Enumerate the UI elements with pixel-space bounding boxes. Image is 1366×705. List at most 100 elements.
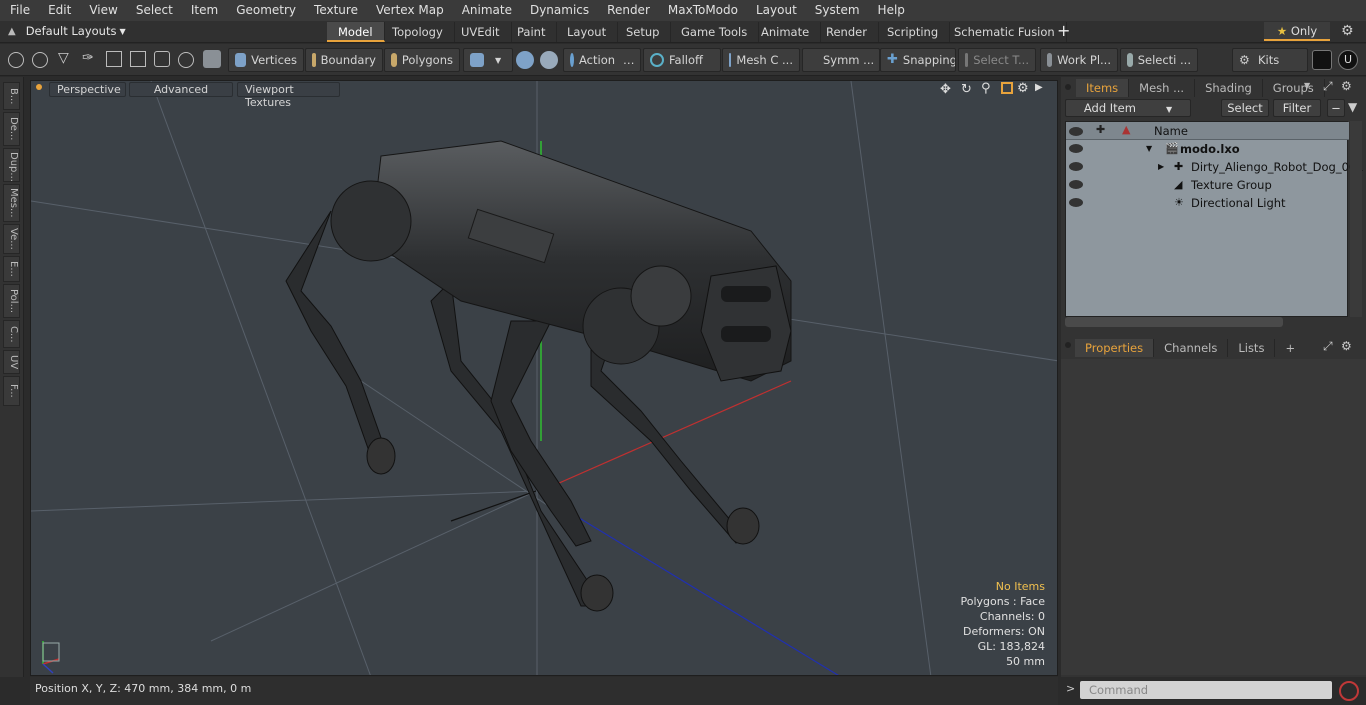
tab-setup[interactable]: Setup bbox=[615, 22, 672, 42]
only-toggle[interactable]: ★ Only bbox=[1264, 22, 1330, 41]
menu-system[interactable]: System bbox=[805, 0, 868, 21]
element-icon[interactable] bbox=[154, 51, 170, 67]
name-column-header[interactable]: Name bbox=[1154, 122, 1188, 140]
left-tab-polygon[interactable]: Pol... bbox=[3, 284, 20, 318]
falloff-button[interactable]: Falloff bbox=[643, 48, 721, 72]
left-tab-mesh-edit[interactable]: Mes... bbox=[3, 184, 20, 222]
gear-icon[interactable]: ⚙ bbox=[1341, 23, 1354, 39]
menu-render[interactable]: Render bbox=[597, 0, 658, 21]
tree-scrollbar[interactable] bbox=[1350, 121, 1362, 317]
left-tab-vertex[interactable]: Ve... bbox=[3, 224, 20, 254]
shield-alt-icon[interactable] bbox=[540, 51, 558, 69]
tabs-dropdown-icon[interactable]: ▼ bbox=[1304, 81, 1310, 90]
tab-layout[interactable]: Layout bbox=[556, 22, 619, 42]
tree-row-light[interactable]: ☀ Directional Light bbox=[1066, 194, 1349, 212]
eye-icon[interactable] bbox=[1069, 198, 1083, 207]
tab-groups[interactable]: Groups bbox=[1263, 79, 1325, 97]
menu-maxtomodo[interactable]: MaxToModo bbox=[658, 0, 746, 21]
menu-help[interactable]: Help bbox=[868, 0, 913, 21]
left-tab-edge[interactable]: E... bbox=[3, 256, 20, 282]
menu-dynamics[interactable]: Dynamics bbox=[520, 0, 597, 21]
menu-edit[interactable]: Edit bbox=[38, 0, 79, 21]
add-panel-tab-icon[interactable]: + bbox=[1275, 339, 1305, 357]
collapse-icon[interactable]: − bbox=[1327, 99, 1345, 117]
props-gear-icon[interactable]: ⚙ bbox=[1341, 339, 1352, 353]
rotate-view-icon[interactable]: ↻ bbox=[961, 82, 972, 97]
vertices-button[interactable]: Vertices bbox=[228, 48, 304, 72]
eye-icon[interactable] bbox=[1069, 180, 1083, 189]
default-layouts-dropdown[interactable]: ▲ Default Layouts ▼ bbox=[8, 24, 126, 38]
rotate-icon[interactable] bbox=[178, 52, 194, 68]
props-expand-icon[interactable]: ⤢ bbox=[1323, 339, 1333, 354]
select-through-button[interactable]: Select T... bbox=[958, 48, 1036, 72]
tab-paint[interactable]: Paint bbox=[506, 22, 558, 42]
advanced-button[interactable]: Advanced bbox=[129, 82, 233, 97]
tab-channels[interactable]: Channels bbox=[1154, 339, 1229, 357]
tab-render[interactable]: Render bbox=[815, 22, 879, 42]
menu-select[interactable]: Select bbox=[126, 0, 181, 21]
add-tab-icon[interactable]: + bbox=[1057, 22, 1070, 40]
left-tab-fusion[interactable]: F... bbox=[3, 376, 20, 406]
center-icon[interactable] bbox=[130, 51, 146, 67]
tab-mesh[interactable]: Mesh ... bbox=[1129, 79, 1196, 97]
record-icon[interactable] bbox=[1339, 681, 1359, 701]
menu-file[interactable]: File bbox=[0, 0, 38, 21]
tab-scripting[interactable]: Scripting bbox=[876, 22, 951, 42]
brush-icon[interactable]: ✑ bbox=[82, 50, 94, 66]
select-circle-icon[interactable] bbox=[8, 52, 24, 68]
unreal-icon[interactable]: U bbox=[1338, 50, 1358, 70]
select-button[interactable]: Select bbox=[1221, 99, 1269, 117]
filter-button[interactable]: Filter bbox=[1273, 99, 1321, 117]
tab-shading[interactable]: Shading bbox=[1195, 79, 1263, 97]
polygons-button[interactable]: Polygons bbox=[384, 48, 460, 72]
menu-texture[interactable]: Texture bbox=[304, 0, 366, 21]
tab-game-tools[interactable]: Game Tools bbox=[670, 22, 760, 42]
menu-layout[interactable]: Layout bbox=[746, 0, 805, 21]
snapping-button[interactable]: ✚ Snapping bbox=[880, 48, 956, 72]
menu-item[interactable]: Item bbox=[181, 0, 226, 21]
add-item-button[interactable]: Add Item ▼ bbox=[1065, 99, 1191, 117]
move-view-icon[interactable]: ✥ bbox=[940, 82, 951, 97]
tab-animate[interactable]: Animate bbox=[750, 22, 822, 42]
action-center-button[interactable]: Action… bbox=[563, 48, 641, 72]
symmetry-button[interactable]: Symm ... bbox=[802, 48, 880, 72]
tab-model[interactable]: Model bbox=[327, 22, 385, 42]
eye-icon[interactable] bbox=[1069, 144, 1083, 153]
tab-lists[interactable]: Lists bbox=[1228, 339, 1276, 357]
left-tab-deform[interactable]: De... bbox=[3, 112, 20, 146]
menu-animate[interactable]: Animate bbox=[452, 0, 520, 21]
pen-tool-icon[interactable]: ▽ bbox=[58, 50, 69, 66]
tab-items[interactable]: Items bbox=[1076, 79, 1130, 97]
command-input[interactable]: Command bbox=[1080, 681, 1332, 699]
work-plane-button[interactable]: Work Pl... bbox=[1040, 48, 1118, 72]
viewport-gear-icon[interactable]: ⚙ bbox=[1017, 81, 1029, 96]
tree-hscrollbar[interactable] bbox=[1065, 317, 1283, 327]
menu-view[interactable]: View bbox=[79, 0, 125, 21]
selection-sets-button[interactable]: Selecti ... bbox=[1120, 48, 1198, 72]
panel-gear-icon[interactable]: ⚙ bbox=[1341, 79, 1352, 93]
left-tab-basic[interactable]: B... bbox=[3, 82, 20, 110]
tree-row-texture-group[interactable]: ◢ Texture Group bbox=[1066, 176, 1349, 194]
mesh-constraint-button[interactable]: Mesh C ... bbox=[722, 48, 800, 72]
viewport-menu-arrow-icon[interactable]: ▶ bbox=[1035, 82, 1043, 93]
menu-vertex-map[interactable]: Vertex Map bbox=[366, 0, 452, 21]
left-tab-duplicate[interactable]: Dup... bbox=[3, 148, 20, 182]
funnel-icon[interactable]: ▼ bbox=[1348, 100, 1357, 114]
perspective-button[interactable]: Perspective bbox=[49, 82, 126, 97]
maximize-icon[interactable] bbox=[1001, 82, 1013, 94]
kits-button[interactable]: ⚙ Kits bbox=[1232, 48, 1308, 72]
tab-topology[interactable]: Topology bbox=[381, 22, 455, 42]
tree-row-mesh[interactable]: ▶ ✚ Dirty_Aliengo_Robot_Dog_001 bbox=[1066, 158, 1364, 176]
align-icon[interactable] bbox=[106, 51, 122, 67]
unity-icon[interactable] bbox=[1312, 50, 1332, 70]
solid-mode-icon[interactable] bbox=[203, 50, 221, 68]
boundary-button[interactable]: Boundary bbox=[305, 48, 383, 72]
left-tab-curve[interactable]: C... bbox=[3, 320, 20, 348]
expand-arrow-icon[interactable]: ▶ bbox=[1158, 158, 1164, 176]
eye-icon[interactable] bbox=[1069, 162, 1083, 171]
zoom-icon[interactable]: ⚲ bbox=[981, 81, 991, 96]
tab-schematic-fusion[interactable]: Schematic Fusion bbox=[943, 22, 1067, 42]
shield-icon[interactable] bbox=[516, 51, 534, 69]
tab-properties[interactable]: Properties bbox=[1075, 339, 1155, 357]
tab-uvedit[interactable]: UVEdit bbox=[450, 22, 512, 42]
